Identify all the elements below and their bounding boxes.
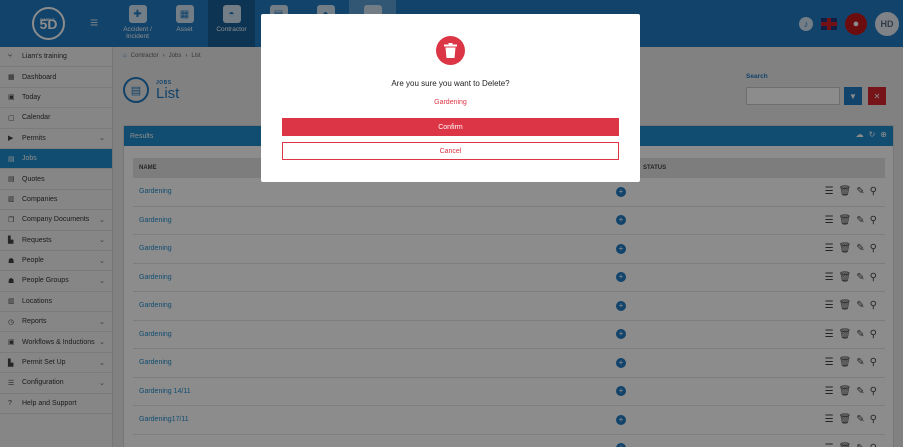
trash-icon [436,36,465,65]
dialog-item-name: Gardening [434,99,467,106]
delete-confirm-dialog: Are you sure you want to Delete? Gardeni… [261,14,640,182]
dialog-message: Are you sure you want to Delete? [391,79,510,88]
cancel-button[interactable]: Cancel [282,142,619,160]
confirm-button[interactable]: Confirm [282,118,619,136]
